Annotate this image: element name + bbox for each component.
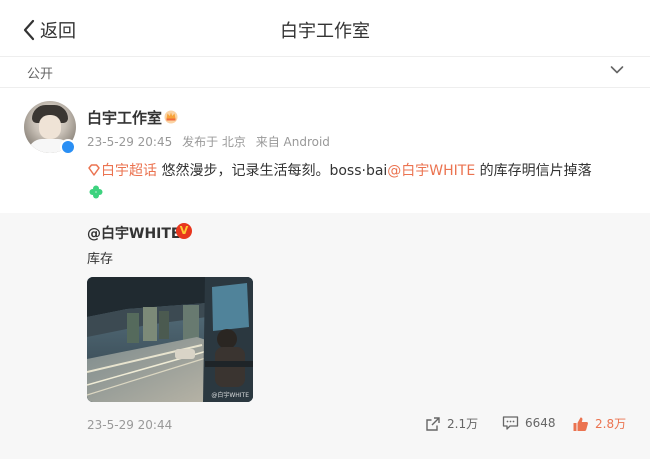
- crown-icon: [164, 110, 178, 124]
- verified-badge-icon: [60, 139, 76, 155]
- share-icon: [426, 416, 440, 431]
- page-title: 白宇工作室: [280, 21, 370, 42]
- mention-link[interactable]: @白宇WHITE: [387, 163, 475, 179]
- repost-photo[interactable]: @白宇WHITE: [87, 277, 253, 402]
- post-text-before: 悠然漫步，记录生活每刻。boss·bai: [157, 163, 388, 179]
- like-count: 2.8万: [595, 417, 627, 431]
- chevron-down-icon[interactable]: [610, 65, 624, 75]
- visibility-label: 公开: [27, 67, 54, 82]
- comment-count: 6648: [525, 416, 556, 430]
- post-source: 来自 Android: [255, 135, 330, 149]
- share-button[interactable]: 2.1万: [425, 415, 478, 432]
- clover-icon: [89, 185, 103, 199]
- repost-time[interactable]: 23-5-29 20:44: [87, 418, 172, 432]
- post-location: 发布于 北京: [182, 135, 246, 149]
- repost-text: 库存: [87, 252, 114, 267]
- top-bar: 返回 白宇工作室: [0, 0, 650, 57]
- comment-button[interactable]: 6648: [502, 415, 556, 431]
- topic-icon: [88, 164, 100, 176]
- share-count: 2.1万: [447, 417, 479, 431]
- topic-link[interactable]: 白宇超话: [101, 163, 157, 179]
- photo-watermark: @白宇WHITE: [211, 392, 249, 399]
- like-button[interactable]: 2.8万: [572, 415, 626, 432]
- photo-image: [87, 277, 253, 402]
- visibility-row[interactable]: 公开: [0, 57, 650, 88]
- vip-badge-icon: V: [176, 223, 192, 239]
- comment-icon: [502, 416, 519, 430]
- post-time[interactable]: 23-5-29 20:45: [87, 135, 172, 149]
- post-username[interactable]: 白宇工作室: [87, 107, 162, 128]
- post-text-after: 的库存明信片掉落: [475, 163, 592, 179]
- post-meta: 23-5-29 20:45 发布于 北京 来自 Android: [87, 133, 336, 150]
- repost-username[interactable]: @白宇WHITE: [87, 223, 180, 243]
- like-icon: [573, 417, 588, 431]
- repost-card[interactable]: @白宇WHITE V 库存 @白宇WHITE 23-5-29 20:44 2.1…: [0, 213, 650, 459]
- post-content: 白宇超话 悠然漫步，记录生活每刻。boss·bai@白宇WHITE 的库存明信片…: [87, 161, 592, 181]
